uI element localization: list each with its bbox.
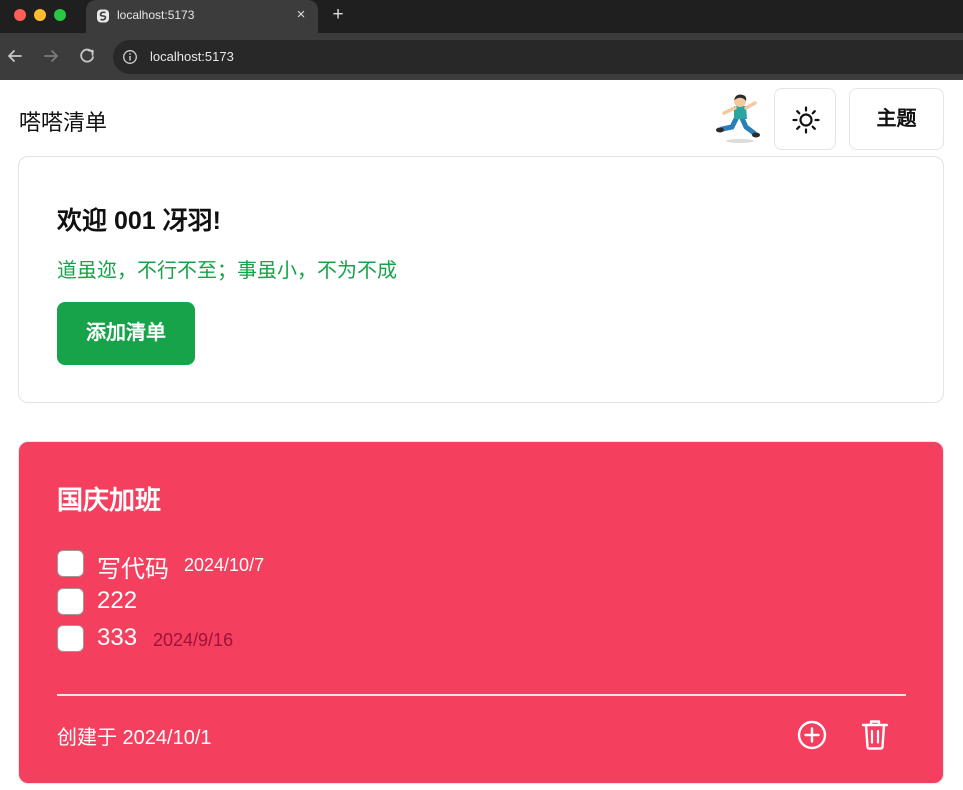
reload-icon[interactable] <box>76 45 98 67</box>
tab-title: localhost:5173 <box>117 8 195 22</box>
new-tab-button[interactable]: + <box>328 4 348 26</box>
sun-icon <box>792 106 820 134</box>
app-title: 嗒嗒清单 <box>19 110 108 135</box>
browser-tab-strip: localhost:5173 × + <box>0 0 963 33</box>
todo-due-date: 2024/9/16 <box>153 630 234 650</box>
theme-mode-toggle-button[interactable] <box>774 88 836 150</box>
add-list-button[interactable]: 添加清单 <box>57 302 195 365</box>
theme-button[interactable]: 主题 <box>849 88 944 150</box>
todo-text: 222 <box>97 587 138 614</box>
window-minimize-dot[interactable] <box>34 9 46 21</box>
welcome-title: 欢迎 001 冴羽! <box>57 207 221 235</box>
window-maximize-dot[interactable] <box>54 9 66 21</box>
browser-toolbar: localhost:5173 <box>0 33 963 80</box>
forward-arrow-icon[interactable] <box>40 45 62 67</box>
created-date: 创建于 2024/10/1 <box>57 727 212 749</box>
todo-checkbox[interactable] <box>57 550 84 577</box>
divider <box>57 694 906 696</box>
todo-text: 333 <box>97 624 138 651</box>
address-bar[interactable]: localhost:5173 <box>113 40 963 74</box>
plus-circle-icon[interactable] <box>796 719 828 751</box>
browser-tab[interactable]: localhost:5173 × <box>86 0 318 33</box>
list-title: 国庆加班 <box>57 485 162 515</box>
trash-icon[interactable] <box>860 718 890 751</box>
tab-close-icon[interactable]: × <box>293 6 309 24</box>
todo-text: 写代码 <box>97 556 169 583</box>
todo-list-card: 国庆加班 写代码 2024/10/7 222 333 2024/9/16 创建于… <box>18 441 944 784</box>
back-arrow-icon[interactable] <box>4 45 26 67</box>
welcome-motto: 道虽迩，不行不至；事虽小，不为不成 <box>57 260 397 282</box>
svelte-favicon-icon <box>97 9 109 23</box>
avatar[interactable] <box>710 93 764 145</box>
todo-checkbox[interactable] <box>57 625 84 652</box>
todo-checkbox[interactable] <box>57 588 84 615</box>
todo-due-date: 2024/10/7 <box>184 555 265 575</box>
window-close-dot[interactable] <box>14 9 26 21</box>
welcome-card: 欢迎 001 冴羽! 道虽迩，不行不至；事虽小，不为不成 添加清单 <box>18 156 944 403</box>
site-info-icon[interactable] <box>122 49 138 65</box>
url-text: localhost:5173 <box>150 49 234 64</box>
app-root: 嗒嗒清单 主题 欢迎 001 冴羽! 道虽迩，不行不至；事虽小，不为不成 添加清… <box>0 80 963 790</box>
